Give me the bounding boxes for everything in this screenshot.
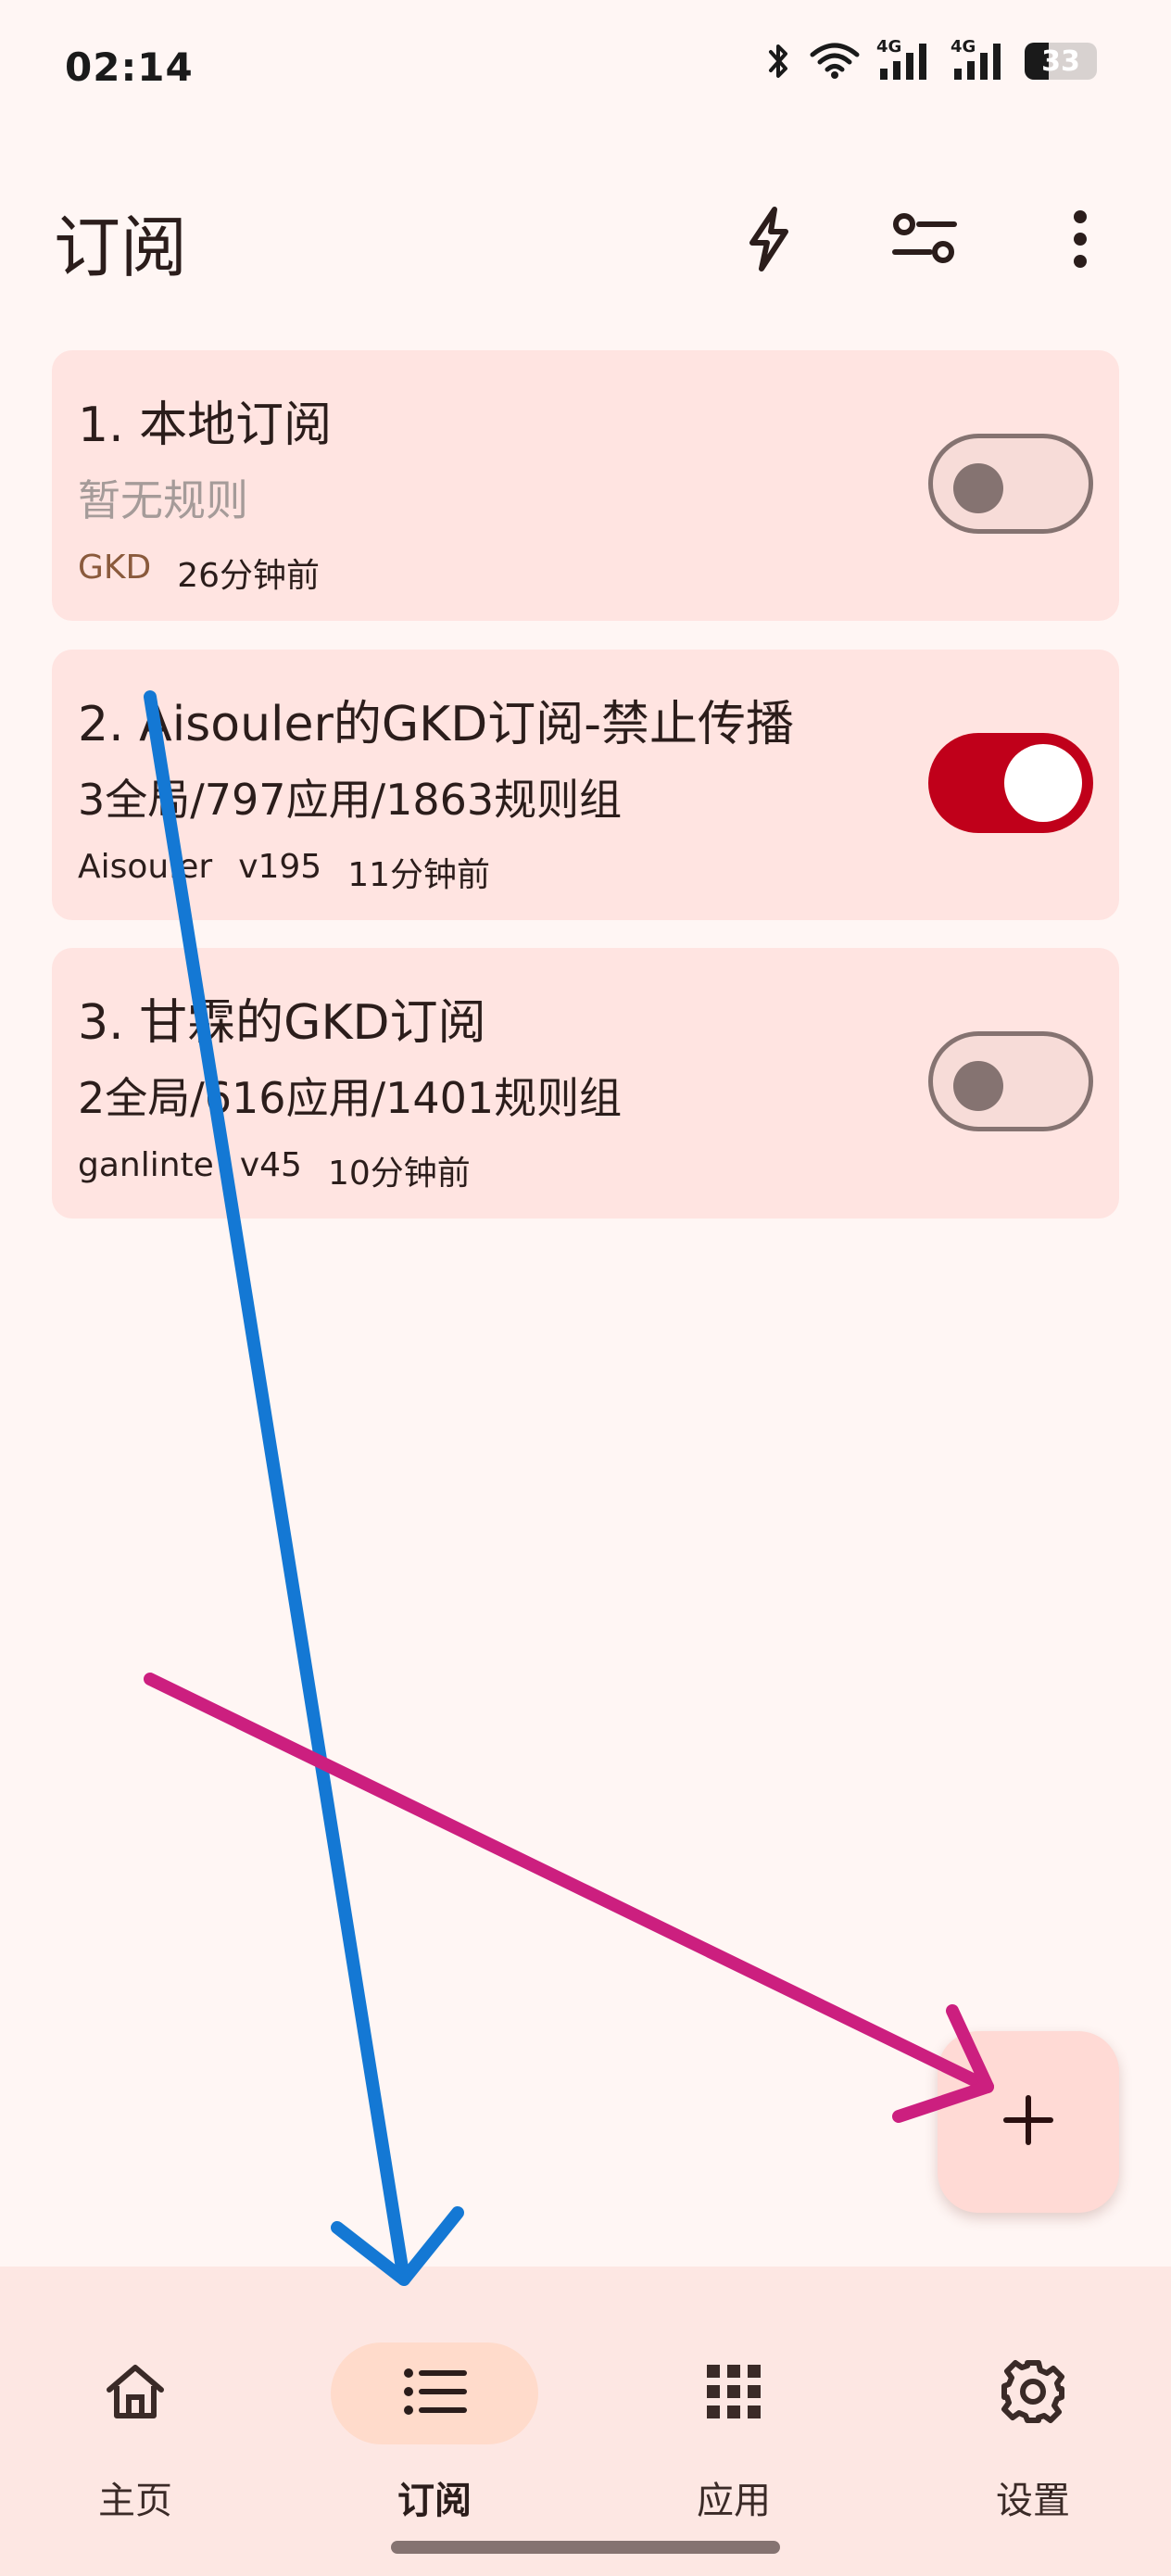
status-icons: 4G 4G 33 — [765, 37, 1097, 82]
toggle-knob — [1004, 744, 1082, 822]
nav-label: 订阅 — [397, 2480, 472, 2522]
list-icon — [401, 2366, 468, 2421]
cellular-signal-icon-2: 4G — [951, 37, 1008, 82]
subscription-rules-summary: 3全局/797应用/1863规则组 — [78, 775, 623, 825]
nav-indicator — [31, 2342, 239, 2444]
subscription-meta: GKD 26分钟前 — [78, 549, 320, 597]
subscription-updated: 10分钟前 — [327, 1155, 471, 1193]
cellular-signal-icon: 4G — [876, 37, 934, 82]
subscription-version: v45 — [239, 1146, 302, 1184]
subscription-toggle[interactable] — [928, 733, 1093, 833]
nav-label: 应用 — [697, 2480, 771, 2522]
wifi-icon — [810, 43, 860, 80]
subscription-author: ganlinte — [78, 1146, 214, 1184]
nav-item-settings[interactable]: 设置 — [913, 2304, 1153, 2522]
home-icon — [102, 2360, 169, 2427]
more-vert-icon — [1071, 209, 1089, 272]
plus-icon — [1001, 2092, 1056, 2152]
flash-button[interactable] — [723, 195, 815, 287]
toggle-knob — [953, 463, 1003, 513]
status-bar: 02:14 4G 4G 33 — [0, 0, 1171, 139]
page-title: 订阅 — [54, 208, 188, 286]
tune-icon — [891, 209, 958, 272]
bottom-navigation: 主页 订阅 应用 设置 — [0, 2267, 1171, 2576]
subscription-toggle[interactable] — [928, 1031, 1093, 1131]
nav-label: 主页 — [98, 2480, 172, 2522]
nav-indicator — [630, 2342, 837, 2444]
toggle-knob — [953, 1061, 1003, 1111]
subscription-meta: ganlinte v45 10分钟前 — [78, 1146, 471, 1194]
subscription-rules-summary: 暂无规则 — [78, 475, 248, 525]
nav-item-subscriptions[interactable]: 订阅 — [314, 2304, 555, 2522]
nav-indicator-active — [331, 2342, 538, 2444]
gear-icon — [1000, 2358, 1066, 2429]
lightning-icon — [743, 206, 795, 276]
battery-icon: 33 — [1025, 43, 1097, 80]
annotation-arrow-blue — [144, 690, 464, 2286]
nav-item-home[interactable]: 主页 — [15, 2304, 256, 2522]
add-subscription-button[interactable] — [938, 2031, 1119, 2213]
gesture-handle[interactable] — [391, 2541, 780, 2554]
subscription-title: 3. 甘霖的GKD订阅 — [78, 995, 486, 1051]
subscription-updated: 11分钟前 — [347, 856, 491, 894]
grid-icon — [705, 2363, 762, 2424]
more-options-button[interactable] — [1034, 195, 1127, 287]
filter-button[interactable] — [878, 195, 971, 287]
battery-level-text: 33 — [1041, 44, 1080, 78]
subscription-title: 1. 本地订阅 — [78, 398, 333, 453]
subscription-version: v195 — [238, 848, 322, 886]
top-app-bar: 订阅 — [0, 176, 1171, 297]
subscription-updated: 26分钟前 — [177, 557, 321, 595]
nav-label: 设置 — [996, 2480, 1070, 2522]
subscription-card-aisouler[interactable]: 2. Aisouler的GKD订阅-禁止传播 3全局/797应用/1863规则组… — [52, 650, 1119, 920]
status-time: 02:14 — [65, 44, 194, 90]
subscription-toggle[interactable] — [928, 434, 1093, 534]
nav-item-apps[interactable]: 应用 — [613, 2304, 854, 2522]
subscription-rules-summary: 2全局/616应用/1401规则组 — [78, 1073, 623, 1123]
subscription-card-ganlin[interactable]: 3. 甘霖的GKD订阅 2全局/616应用/1401规则组 ganlinte v… — [52, 948, 1119, 1219]
subscription-title: 2. Aisouler的GKD订阅-禁止传播 — [78, 697, 795, 752]
subscriptions-screen: 02:14 4G 4G 33 订阅 1. 本地订阅 暂无规则 GKD 26分钟前… — [0, 0, 1171, 2576]
subscription-author: Aisouler — [78, 848, 213, 886]
annotation-arrow-magenta — [144, 1673, 994, 2123]
bluetooth-icon — [765, 42, 793, 81]
subscription-card-local[interactable]: 1. 本地订阅 暂无规则 GKD 26分钟前 — [52, 350, 1119, 621]
subscription-meta: Aisouler v195 11分钟前 — [78, 848, 490, 896]
nav-indicator — [929, 2342, 1137, 2444]
subscription-author: GKD — [78, 549, 152, 587]
